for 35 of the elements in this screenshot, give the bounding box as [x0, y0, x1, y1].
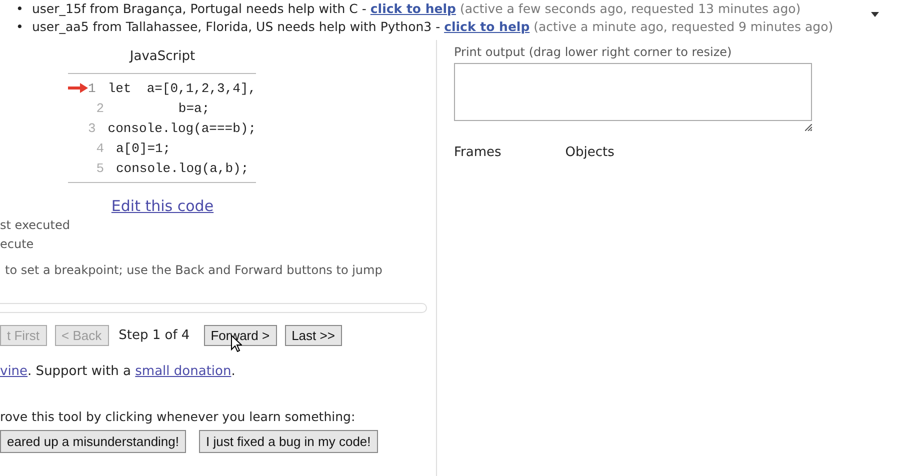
period-text: .: [231, 364, 236, 379]
click-to-help-link[interactable]: click to help: [370, 1, 456, 16]
resize-handle-icon[interactable]: [805, 124, 812, 131]
help-request-text: user_aa5 from Tallahassee, Florida, US needs help with Python3 -: [32, 19, 440, 34]
feedback-prompt: rove this tool by clicking whenever you learn something:: [0, 409, 356, 424]
code-line: console.log(a,b);: [116, 160, 249, 176]
code-line: a[0]=1;: [116, 140, 171, 156]
last-button[interactable]: Last >>: [284, 325, 342, 346]
execution-slider[interactable]: [0, 303, 427, 313]
legend-text: ecute: [0, 236, 35, 253]
click-to-help-link[interactable]: click to help: [444, 19, 530, 34]
bullet: •: [16, 18, 24, 36]
code-line: console.log(a===b);: [108, 120, 256, 136]
language-label: JavaScript: [128, 49, 196, 64]
edit-code-link[interactable]: Edit this code: [0, 197, 325, 215]
step-counter: Step 1 of 4: [118, 328, 190, 343]
support-text: . Support with a: [28, 364, 132, 379]
scroll-down-icon[interactable]: [871, 12, 879, 17]
frames-heading: Frames: [454, 145, 502, 160]
print-output-label: Print output (drag lower right corner to resize): [454, 45, 733, 59]
activity-text: (active a minute ago, requested 9 minutes ago): [534, 19, 834, 34]
code-line: let a=[0,1,2,3,4],: [108, 80, 256, 96]
author-link[interactable]: vine: [0, 364, 28, 379]
hint-text: to set a breakpoint; use the Back and Forward buttons to jump: [4, 263, 384, 277]
activity-text: (active a few seconds ago, requested 13 minutes ago): [460, 1, 801, 16]
legend-text: st executed: [0, 217, 71, 234]
bullet: •: [16, 0, 24, 18]
help-request-text: user_15f from Bragança, Portugal needs help with C -: [32, 1, 366, 16]
feedback-button[interactable]: eared up a misunderstanding!: [0, 430, 186, 453]
feedback-button[interactable]: I just fixed a bug in my code!: [199, 430, 378, 453]
code-line: b=a;: [177, 100, 210, 116]
objects-heading: Objects: [565, 145, 614, 160]
line-number[interactable]: 1: [88, 80, 96, 96]
donation-link[interactable]: small donation: [135, 364, 232, 379]
print-output-field[interactable]: [454, 63, 812, 121]
